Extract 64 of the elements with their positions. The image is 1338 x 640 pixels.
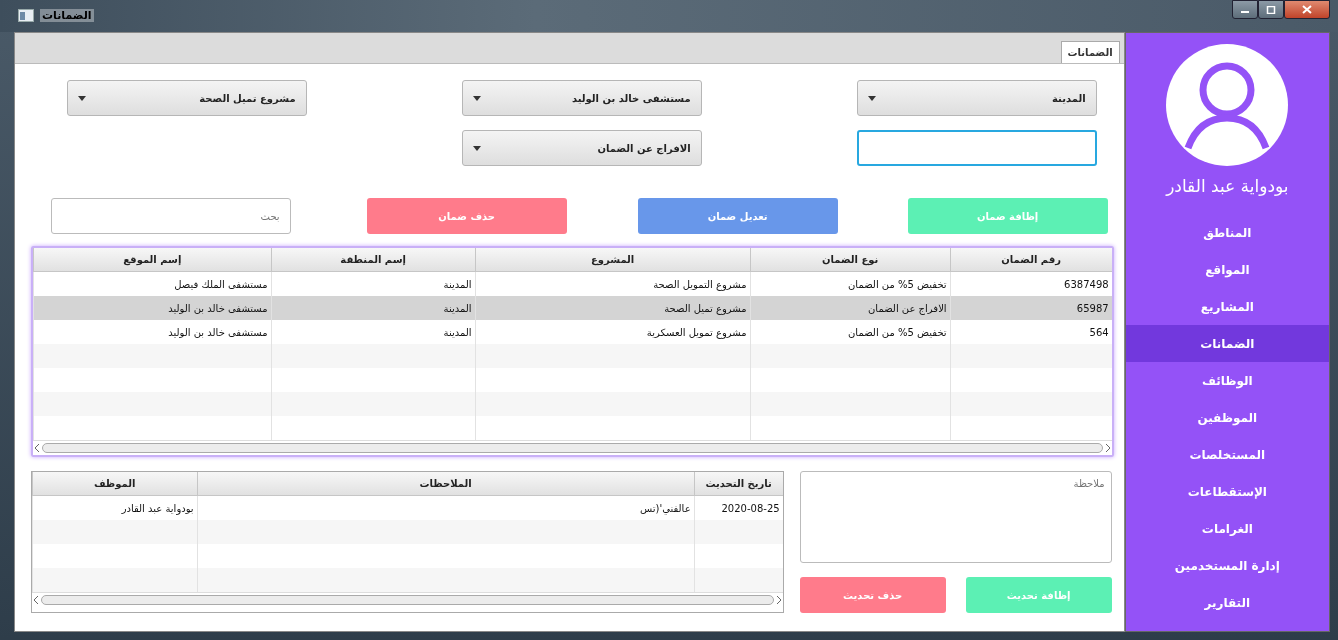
table-cell: 564 bbox=[1089, 326, 1109, 338]
table-cell: مستشفى خالد بن الوليد bbox=[168, 302, 268, 314]
window-title: الضمانات bbox=[40, 9, 94, 22]
horizontal-scrollbar[interactable] bbox=[33, 440, 1112, 455]
dropdown[interactable]: المدينة bbox=[856, 80, 1097, 116]
table-cell: مستشفى خالد بن الوليد bbox=[168, 326, 268, 338]
column-header[interactable]: رقم الضمان bbox=[949, 248, 1112, 271]
table-cell: مشروع تمويل العسكرية bbox=[646, 326, 747, 338]
column-header[interactable]: نوع الضمان bbox=[749, 248, 950, 271]
tab[interactable]: الضمانات bbox=[1060, 41, 1120, 63]
window-icon bbox=[18, 9, 34, 22]
table-cell: المدينة bbox=[443, 302, 472, 314]
sidebar-item[interactable]: الإستقطاعات bbox=[1125, 473, 1329, 510]
table-cell: عالفني'(تس bbox=[639, 502, 691, 514]
scroll-left-icon[interactable] bbox=[35, 444, 40, 452]
close-button[interactable] bbox=[1284, 0, 1330, 19]
caret-icon bbox=[472, 95, 481, 101]
column-header[interactable]: المشروع bbox=[474, 248, 750, 271]
sidebar-item[interactable]: المناطق bbox=[1125, 214, 1329, 251]
user-name: بودواية عبد القادر bbox=[1166, 176, 1289, 196]
text-field[interactable] bbox=[856, 130, 1097, 166]
column-header[interactable]: إسم المنطقة bbox=[270, 248, 475, 271]
table-cell: بودواية عبد القادر bbox=[121, 502, 194, 514]
search-field[interactable]: بحث bbox=[50, 198, 291, 234]
table-cell: الافراج عن الضمان bbox=[868, 302, 947, 314]
caret-icon bbox=[472, 145, 481, 151]
scroll-right-icon[interactable] bbox=[775, 596, 781, 604]
dropdown[interactable]: مشروع تميل الصحة bbox=[66, 80, 307, 116]
table-cell: مشروع التمويل الصحة bbox=[653, 278, 747, 290]
sidebar-item[interactable]: إدارة المستخدمين bbox=[1125, 547, 1329, 584]
maximize-button[interactable] bbox=[1258, 0, 1284, 19]
table-cell: تخفيض 5% من الضمان bbox=[848, 278, 947, 290]
table-cell: المدينة bbox=[443, 326, 472, 338]
table-cell: 65987 bbox=[1076, 302, 1109, 314]
table-cell: مشروع تميل الصحة bbox=[664, 302, 747, 314]
column-header[interactable]: تاريخ التحديث bbox=[693, 472, 783, 495]
sidebar-item[interactable]: المستخلصات bbox=[1125, 436, 1329, 473]
table-cell: 2020-08-25 bbox=[721, 502, 780, 514]
note-field[interactable]: ملاحظة bbox=[799, 471, 1112, 563]
maximize-icon bbox=[1266, 5, 1276, 14]
close-icon bbox=[1302, 5, 1312, 14]
sidebar-item[interactable]: المواقع bbox=[1125, 251, 1329, 288]
scroll-right-icon[interactable] bbox=[1104, 444, 1110, 452]
minimize-button[interactable] bbox=[1232, 0, 1258, 19]
horizontal-scrollbar[interactable] bbox=[31, 592, 783, 607]
sidebar-item[interactable]: المشاريع bbox=[1125, 288, 1329, 325]
table-cell: تخفيض 5% من الضمان bbox=[848, 326, 947, 338]
column-header[interactable]: الموظف bbox=[31, 472, 197, 495]
dropdown[interactable]: الافراج عن الضمان bbox=[461, 130, 702, 166]
sidebar-item[interactable]: الوظائف bbox=[1125, 362, 1329, 399]
column-header[interactable]: الملاحظات bbox=[196, 472, 694, 495]
sidebar-item[interactable]: الموظفين bbox=[1125, 399, 1329, 436]
avatar-icon bbox=[1166, 44, 1289, 166]
column-header[interactable]: إسم الموقع bbox=[33, 248, 271, 271]
sidebar-item[interactable]: الضمانات bbox=[1125, 325, 1329, 362]
table-cell: مستشفى الملك فيصل bbox=[174, 278, 268, 290]
dropdown[interactable]: مستشفى خالد بن الوليد bbox=[461, 80, 702, 116]
caret-icon bbox=[867, 95, 876, 101]
sidebar-item[interactable]: الغرامات bbox=[1125, 510, 1329, 547]
table-cell: 6387498 bbox=[1064, 278, 1109, 290]
table-cell: المدينة bbox=[443, 278, 472, 290]
caret-icon bbox=[77, 95, 86, 101]
scroll-left-icon[interactable] bbox=[33, 596, 39, 604]
sidebar-item[interactable]: التقارير bbox=[1125, 584, 1329, 621]
